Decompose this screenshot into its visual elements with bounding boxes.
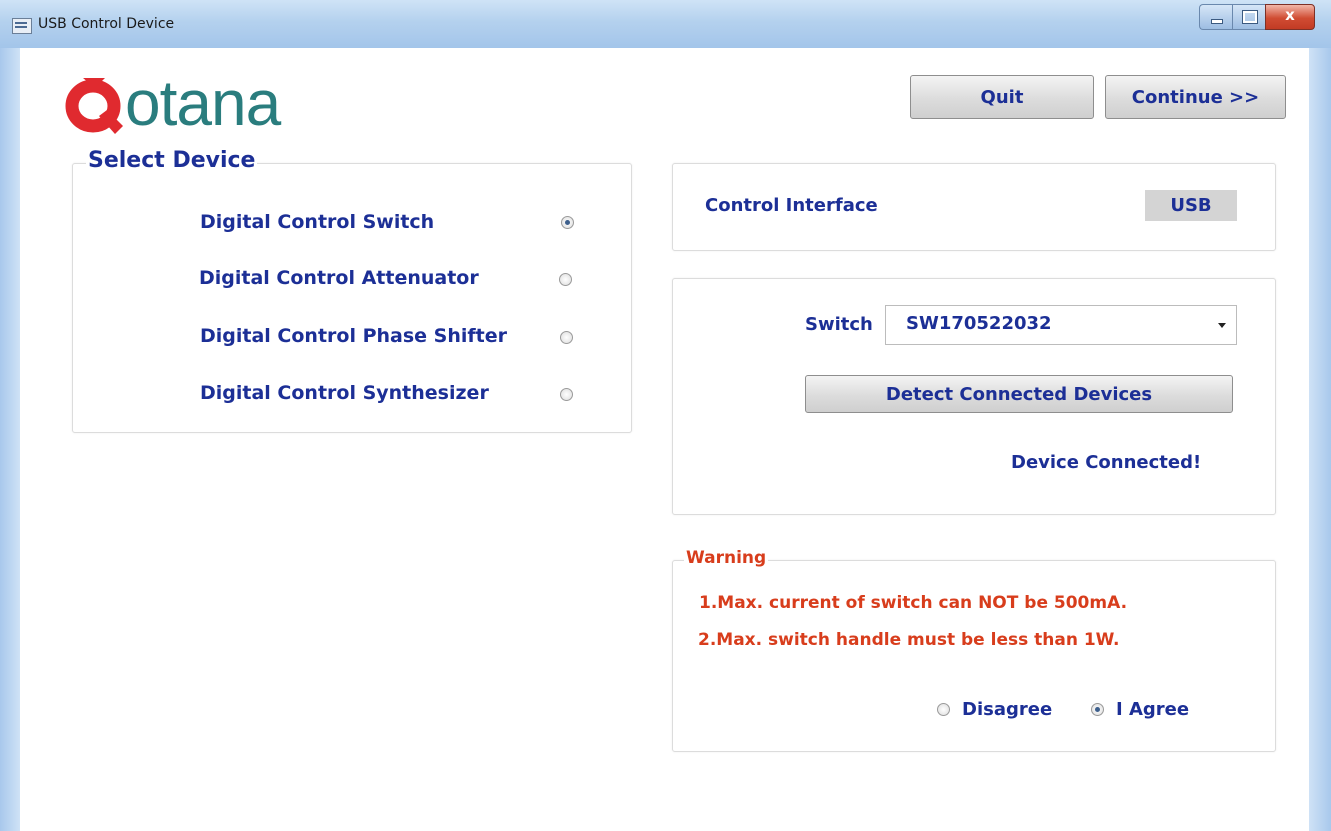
window-frame-left: [0, 48, 20, 831]
logo-q-icon: [65, 78, 123, 134]
interface-value-usb: USB: [1145, 190, 1237, 221]
app-window: USB Control Device x otana Quit Continue…: [0, 0, 1331, 831]
warning-legend: Warning: [684, 548, 769, 568]
qotana-logo: otana: [65, 67, 345, 150]
window-title: USB Control Device: [38, 16, 175, 32]
agree-label[interactable]: I Agree: [1116, 699, 1189, 720]
control-interface-label: Control Interface: [705, 195, 878, 216]
switch-label: Switch: [805, 314, 873, 335]
continue-button[interactable]: Continue >>: [1105, 75, 1286, 119]
warning-group: [672, 560, 1276, 752]
device-radio-phase-shifter[interactable]: [560, 331, 573, 344]
agree-radio[interactable]: [1091, 703, 1104, 716]
window-frame-right: [1309, 48, 1331, 831]
window-controls: x: [1199, 4, 1315, 30]
switch-select[interactable]: SW170522032: [885, 305, 1237, 345]
detect-devices-button[interactable]: Detect Connected Devices: [805, 375, 1233, 413]
warning-line-2: 2.Max. switch handle must be less than 1…: [698, 630, 1120, 650]
device-option-label-synthesizer[interactable]: Digital Control Synthesizer: [200, 382, 489, 404]
app-icon: [12, 18, 32, 34]
switch-select-value: SW170522032: [906, 313, 1052, 334]
logo-text: otana: [125, 67, 281, 139]
select-device-legend: Select Device: [86, 148, 258, 173]
warning-line-1: 1.Max. current of switch can NOT be 500m…: [699, 593, 1128, 613]
device-option-label-switch[interactable]: Digital Control Switch: [200, 211, 434, 233]
maximize-button[interactable]: [1232, 4, 1265, 30]
device-option-label-phase-shifter[interactable]: Digital Control Phase Shifter: [200, 325, 507, 347]
close-button[interactable]: x: [1265, 4, 1315, 30]
device-status-text: Device Connected!: [1011, 452, 1202, 473]
disagree-label[interactable]: Disagree: [962, 699, 1052, 720]
close-icon: x: [1285, 6, 1295, 24]
device-radio-switch[interactable]: [561, 216, 574, 229]
chevron-down-icon[interactable]: [1218, 323, 1226, 328]
device-option-label-attenuator[interactable]: Digital Control Attenuator: [199, 267, 479, 289]
device-radio-synthesizer[interactable]: [560, 388, 573, 401]
quit-button[interactable]: Quit: [910, 75, 1094, 119]
device-radio-attenuator[interactable]: [559, 273, 572, 286]
title-bar[interactable]: USB Control Device x: [0, 0, 1331, 49]
disagree-radio[interactable]: [937, 703, 950, 716]
minimize-button[interactable]: [1199, 4, 1232, 30]
